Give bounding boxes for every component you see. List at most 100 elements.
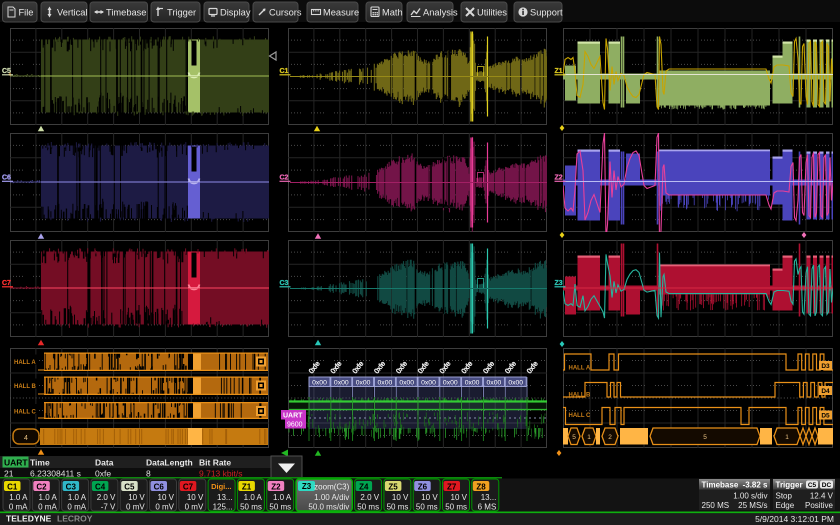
svg-text:Z3: Z3 [302, 482, 312, 491]
svg-text:1: 1 [587, 434, 591, 441]
svg-text:2.0 V: 2.0 V [360, 493, 379, 502]
svg-text:0 mV: 0 mV [126, 503, 145, 512]
svg-text:9600: 9600 [287, 422, 303, 429]
svg-text:Measure: Measure [323, 8, 359, 18]
svg-text:Z1: Z1 [555, 68, 563, 75]
svg-text:Z4: Z4 [359, 483, 369, 492]
svg-text:6 MS: 6 MS [478, 503, 497, 512]
svg-text:50 ms: 50 ms [387, 503, 409, 512]
svg-text:50 ms: 50 ms [269, 503, 291, 512]
svg-text:Display: Display [220, 8, 251, 18]
svg-text:1.0 A: 1.0 A [9, 493, 28, 502]
svg-text:HALL C: HALL C [14, 410, 37, 416]
svg-text:0 mA: 0 mA [9, 503, 28, 512]
svg-text:0x00: 0x00 [356, 380, 371, 387]
svg-text:Z2: Z2 [555, 175, 563, 182]
svg-text:0x00: 0x00 [399, 380, 414, 387]
svg-text:0x00: 0x00 [378, 380, 393, 387]
svg-text:Z6: Z6 [418, 483, 428, 492]
svg-text:0x00: 0x00 [465, 380, 480, 387]
svg-text:C7: C7 [183, 483, 194, 492]
svg-text:C5: C5 [124, 483, 135, 492]
svg-text:2: 2 [608, 434, 612, 441]
svg-text:HALL B: HALL B [14, 384, 37, 390]
svg-text:C3: C3 [66, 483, 77, 492]
svg-text:10 V: 10 V [392, 493, 409, 502]
svg-text:1.0 A: 1.0 A [244, 493, 263, 502]
svg-text:Z1: Z1 [242, 483, 252, 492]
svg-text:C6: C6 [2, 175, 11, 182]
svg-text:0x00: 0x00 [421, 380, 436, 387]
svg-text:C2: C2 [36, 483, 47, 492]
svg-text:0 mA: 0 mA [38, 503, 57, 512]
svg-text:5: 5 [572, 434, 576, 441]
svg-text:File: File [19, 8, 34, 18]
svg-text:13...: 13... [481, 493, 497, 502]
svg-text:50.0 ms/div: 50.0 ms/div [308, 503, 349, 512]
svg-text:Bit Rate: Bit Rate [199, 458, 231, 468]
svg-text:1.00 s/div: 1.00 s/div [733, 492, 767, 501]
svg-text:HALL B: HALL B [569, 393, 592, 399]
svg-text:0 mV: 0 mV [155, 503, 174, 512]
svg-text:Cursors: Cursors [269, 8, 302, 18]
svg-text:Z8: Z8 [476, 483, 486, 492]
svg-text:Timebase: Timebase [106, 8, 146, 18]
svg-text:Data: Data [95, 458, 114, 468]
svg-text:50 ms: 50 ms [445, 503, 467, 512]
svg-text:HALL A: HALL A [14, 360, 36, 366]
svg-text:C1: C1 [7, 483, 18, 492]
svg-text:125...: 125... [213, 503, 233, 512]
svg-text:Z5: Z5 [388, 483, 398, 492]
svg-text:0x00: 0x00 [443, 380, 458, 387]
svg-text:10 V: 10 V [187, 493, 204, 502]
svg-text:C7: C7 [2, 280, 11, 287]
svg-text:-7 V: -7 V [101, 503, 116, 512]
svg-text:10 V: 10 V [128, 493, 145, 502]
svg-text:D5: D5 [821, 413, 830, 420]
svg-text:C3: C3 [280, 280, 289, 287]
svg-text:UART: UART [4, 458, 28, 468]
svg-text:0x00: 0x00 [508, 380, 523, 387]
svg-text:10 V: 10 V [421, 493, 438, 502]
svg-text:Stop: Stop [776, 492, 793, 501]
svg-text:12.4 V: 12.4 V [810, 492, 834, 501]
svg-text:C5: C5 [2, 68, 11, 75]
svg-text:HALL A: HALL A [569, 366, 591, 372]
svg-text:D4: D4 [821, 388, 830, 395]
svg-text:0x00: 0x00 [487, 380, 502, 387]
svg-text:Edge: Edge [776, 501, 795, 510]
svg-text:Z3: Z3 [555, 280, 563, 287]
svg-text:50 ms: 50 ms [416, 503, 438, 512]
svg-text:LECROY: LECROY [57, 514, 93, 524]
svg-text:Utilities: Utilities [477, 8, 507, 18]
svg-text:Support: Support [530, 8, 563, 18]
svg-text:C5: C5 [808, 482, 817, 489]
svg-text:0x00: 0x00 [312, 380, 327, 387]
svg-text:Trigger: Trigger [167, 8, 196, 18]
svg-text:1.0 A: 1.0 A [39, 493, 58, 502]
svg-text:0x00: 0x00 [334, 380, 349, 387]
svg-text:5/9/2014 3:12:01 PM: 5/9/2014 3:12:01 PM [755, 514, 834, 524]
svg-text:Timebase: Timebase [702, 481, 739, 490]
svg-text:Z2: Z2 [271, 483, 281, 492]
svg-text:zoom(C3): zoom(C3) [314, 483, 349, 492]
svg-text:4: 4 [24, 435, 28, 442]
svg-text:C2: C2 [280, 175, 289, 182]
svg-text:50 ms: 50 ms [240, 503, 262, 512]
svg-text:1: 1 [785, 434, 789, 441]
svg-text:2.0 V: 2.0 V [97, 493, 116, 502]
svg-text:HALL C: HALL C [569, 413, 592, 419]
svg-text:-3.82 s: -3.82 s [743, 481, 768, 490]
svg-text:Vertical: Vertical [57, 8, 88, 18]
svg-text:1.0 A: 1.0 A [68, 493, 87, 502]
svg-text:Time: Time [30, 458, 50, 468]
svg-text:DC: DC [822, 482, 832, 489]
svg-text:Trigger: Trigger [776, 481, 803, 490]
svg-text:UART: UART [283, 413, 303, 420]
svg-text:0 mV: 0 mV [185, 503, 204, 512]
svg-text:50 ms: 50 ms [357, 503, 379, 512]
svg-text:13...: 13... [217, 493, 233, 502]
svg-text:10 V: 10 V [451, 493, 468, 502]
svg-text:DataLength: DataLength [146, 458, 193, 468]
svg-text:C1: C1 [280, 68, 289, 75]
